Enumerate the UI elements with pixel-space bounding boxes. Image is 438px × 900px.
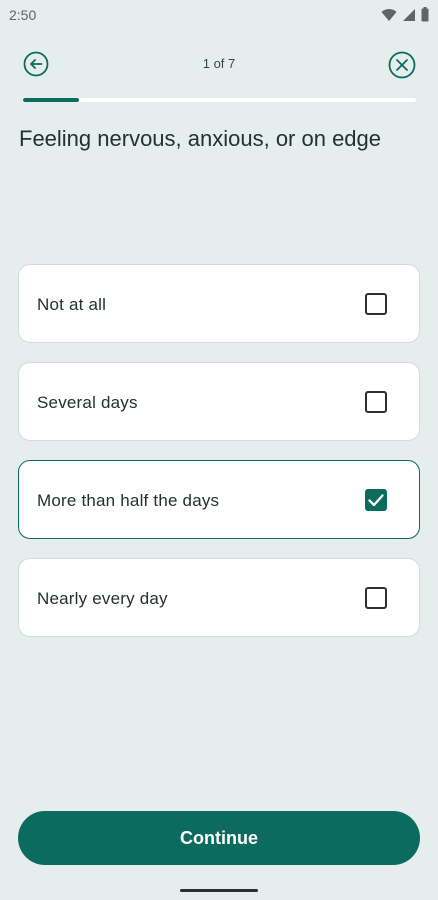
option-not-at-all[interactable]: Not at all — [18, 264, 420, 343]
home-indicator[interactable] — [180, 889, 258, 892]
option-label: More than half the days — [37, 491, 220, 510]
checkbox[interactable] — [365, 293, 387, 315]
answer-options: Not at all Several days More than half t… — [18, 264, 420, 656]
continue-button[interactable]: Continue — [18, 811, 420, 865]
battery-icon — [421, 7, 429, 22]
status-bar: 2:50 — [0, 0, 438, 30]
close-circle-icon — [388, 51, 416, 79]
wifi-icon — [381, 8, 397, 21]
checkbox[interactable] — [365, 587, 387, 609]
status-time: 2:50 — [9, 7, 37, 23]
status-icons — [381, 7, 429, 22]
close-button[interactable] — [388, 51, 416, 79]
option-label: Several days — [37, 393, 138, 412]
option-nearly-every-day[interactable]: Nearly every day — [18, 558, 420, 637]
check-icon — [368, 494, 384, 507]
signal-icon — [403, 8, 415, 21]
progress-bar — [23, 98, 416, 102]
option-several-days[interactable]: Several days — [18, 362, 420, 441]
checkbox-checked[interactable] — [365, 489, 387, 511]
option-label: Nearly every day — [37, 589, 168, 608]
question-title: Feeling nervous, anxious, or on edge — [19, 126, 382, 151]
progress-bar-fill — [23, 98, 80, 102]
top-bar: 1 of 7 — [0, 44, 438, 84]
option-label: Not at all — [37, 295, 107, 314]
progress-indicator-text: 1 of 7 — [202, 56, 236, 71]
checkbox[interactable] — [365, 391, 387, 413]
option-more-than-half-the-days[interactable]: More than half the days — [18, 460, 420, 539]
